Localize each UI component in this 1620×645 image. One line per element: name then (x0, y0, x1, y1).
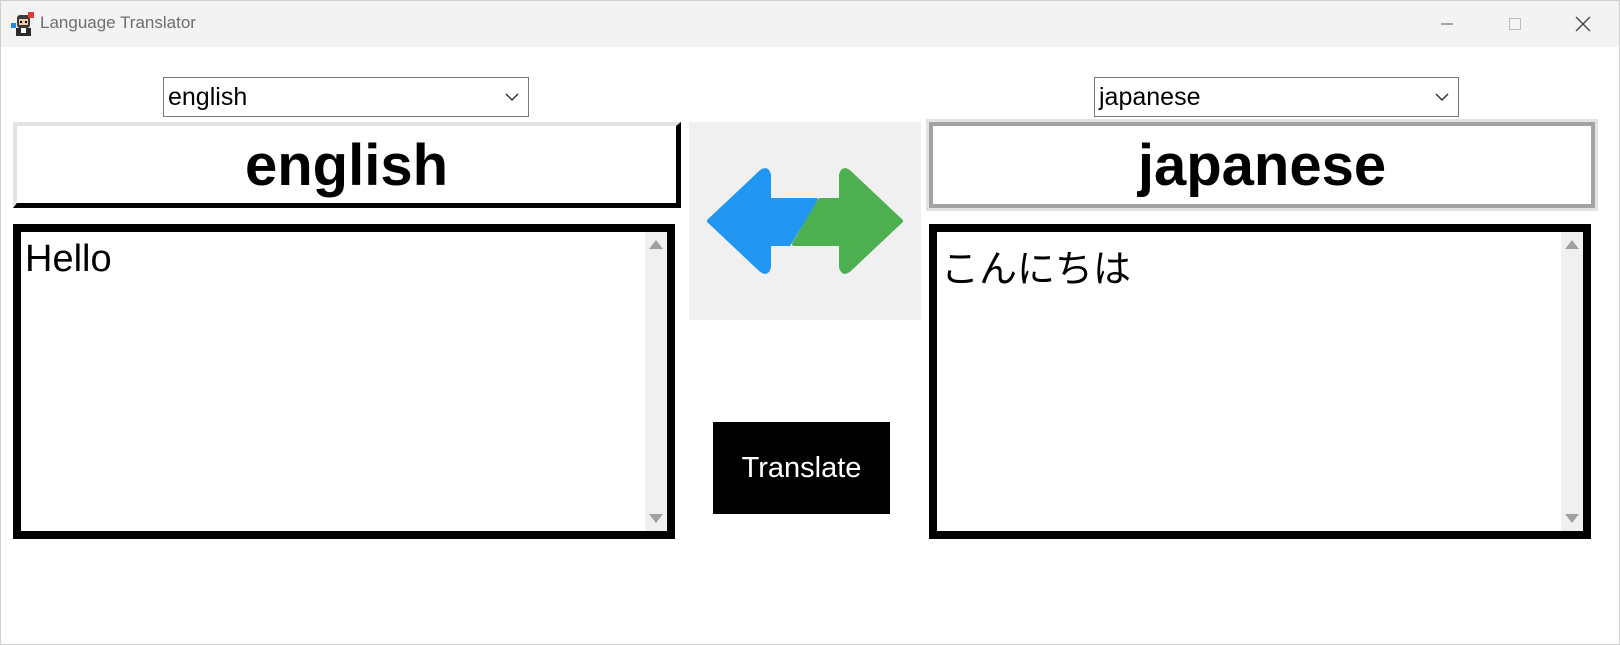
title-bar[interactable]: Language Translator (1, 1, 1619, 47)
scroll-down-icon[interactable] (1565, 514, 1579, 523)
target-text: こんにちは (941, 249, 1132, 291)
minimize-button[interactable] (1413, 1, 1481, 47)
chevron-down-icon (505, 93, 519, 102)
maximize-icon (1509, 18, 1521, 30)
swap-arrows-icon (707, 168, 903, 274)
window-title: Language Translator (40, 13, 196, 32)
swap-languages-button[interactable] (689, 122, 921, 320)
maximize-button[interactable] (1481, 1, 1549, 47)
source-text: Hello (25, 238, 112, 280)
scroll-up-icon[interactable] (649, 240, 663, 249)
source-text-area[interactable]: Hello (13, 224, 675, 539)
source-scrollbar[interactable] (645, 232, 667, 531)
target-language-value: japanese (1099, 83, 1201, 111)
source-language-value: english (168, 83, 248, 111)
close-button[interactable] (1549, 1, 1617, 47)
target-language-select[interactable]: japanese (1094, 77, 1459, 117)
source-language-header: english (13, 122, 681, 208)
source-language-select[interactable]: english (163, 77, 529, 117)
chevron-down-icon (1435, 93, 1449, 102)
app-window: Language Translator english japanese eng… (0, 0, 1620, 645)
translate-button[interactable]: Translate (713, 422, 890, 514)
scroll-down-icon[interactable] (649, 514, 663, 523)
target-language-header: japanese (926, 119, 1598, 211)
minimize-icon (1441, 23, 1453, 25)
target-scrollbar[interactable] (1561, 232, 1583, 531)
target-text-area[interactable]: こんにちは (929, 224, 1591, 539)
app-icon (11, 12, 34, 36)
close-icon (1575, 16, 1591, 32)
scroll-up-icon[interactable] (1565, 240, 1579, 249)
